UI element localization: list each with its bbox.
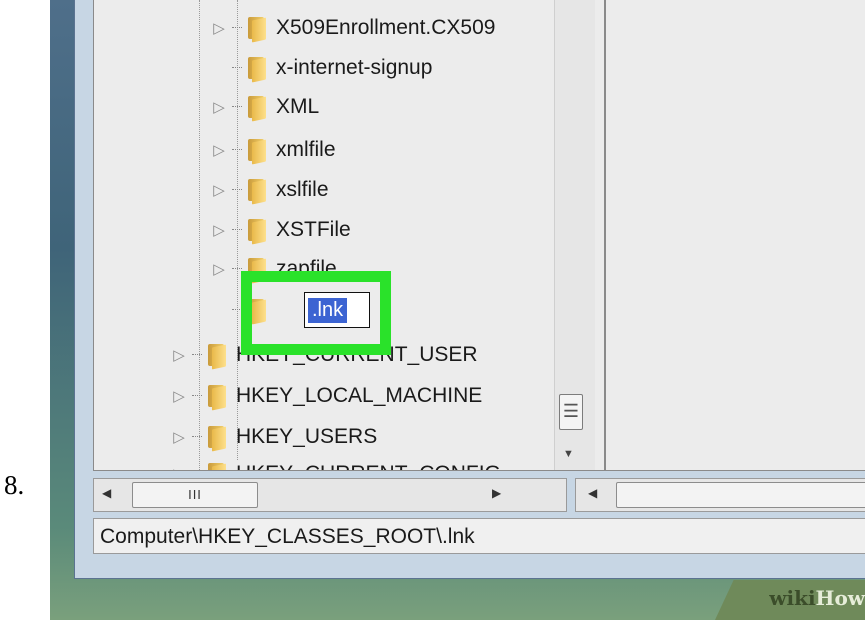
vertical-scrollbar[interactable]: ☰ ▼ bbox=[554, 0, 595, 470]
expand-icon[interactable]: ▷ bbox=[212, 141, 226, 159]
expand-icon[interactable]: ▷ bbox=[212, 98, 226, 116]
step-number: 8. bbox=[4, 470, 25, 500]
tree-item-label: XSTFile bbox=[276, 218, 351, 241]
scroll-thumb[interactable]: III bbox=[132, 482, 258, 508]
tree-item[interactable]: ▷ X509Enrollment.CX509 bbox=[212, 10, 495, 46]
folder-icon bbox=[206, 424, 228, 452]
tree-item-hkcc[interactable]: ▷ HKEY_CURRENT_CONFIG bbox=[172, 456, 501, 470]
desktop-background: ▷ X509Enrollment.CX509 x-internet-signup… bbox=[50, 0, 865, 620]
values-horizontal-scrollbar[interactable]: ◀ bbox=[575, 478, 865, 512]
tree-horizontal-scrollbar[interactable]: ◀ III ▶ bbox=[93, 478, 567, 512]
folder-icon bbox=[246, 137, 268, 165]
folder-icon bbox=[206, 383, 228, 411]
tree-item-label: xslfile bbox=[276, 178, 329, 201]
folder-icon bbox=[206, 342, 228, 370]
tree-item-label: X509Enrollment.CX509 bbox=[276, 16, 496, 39]
tree-item-label: XML bbox=[276, 95, 320, 118]
folder-icon bbox=[246, 55, 268, 83]
tree-item-label: HKEY_USERS bbox=[236, 425, 378, 448]
expand-icon[interactable]: ▷ bbox=[212, 221, 226, 239]
tree-item-label: HKEY_CURRENT_CONFIG bbox=[236, 462, 501, 470]
scroll-thumb[interactable] bbox=[616, 482, 865, 508]
tree-item-hku[interactable]: ▷ HKEY_USERS bbox=[172, 419, 377, 455]
expand-icon[interactable]: ▷ bbox=[172, 346, 186, 364]
tree-item[interactable]: ▷ XSTFile bbox=[212, 212, 351, 248]
folder-icon bbox=[246, 15, 268, 43]
tree-item-label: HKEY_LOCAL_MACHINE bbox=[236, 384, 483, 407]
scrollbar-grip-icon[interactable]: ☰ bbox=[559, 394, 583, 430]
tree-item[interactable]: x-internet-signup bbox=[212, 50, 432, 86]
status-bar-path: Computer\HKEY_CLASSES_ROOT\.lnk bbox=[93, 518, 865, 554]
folder-icon bbox=[246, 177, 268, 205]
scroll-right-icon[interactable]: ▶ bbox=[492, 486, 501, 500]
expand-icon[interactable]: ▷ bbox=[212, 19, 226, 37]
tree-item[interactable]: ▷ xslfile bbox=[212, 172, 329, 208]
folder-icon bbox=[206, 461, 228, 470]
expand-icon[interactable]: ▷ bbox=[172, 428, 186, 446]
expand-icon[interactable]: ▷ bbox=[212, 181, 226, 199]
tree-item-label: x-internet-signup bbox=[276, 56, 433, 79]
expand-icon[interactable]: ▷ bbox=[172, 465, 186, 470]
values-pane[interactable] bbox=[605, 0, 865, 471]
highlight-box bbox=[241, 271, 391, 355]
tree-item-label: xmlfile bbox=[276, 138, 336, 161]
tree-item-hklm[interactable]: ▷ HKEY_LOCAL_MACHINE bbox=[172, 378, 482, 414]
scroll-down-icon[interactable]: ▼ bbox=[563, 448, 574, 460]
tree-item[interactable]: ▷ XML bbox=[212, 89, 319, 125]
folder-icon bbox=[246, 94, 268, 122]
expand-icon[interactable]: ▷ bbox=[212, 260, 226, 278]
scroll-left-icon[interactable]: ◀ bbox=[588, 486, 597, 500]
registry-tree-pane[interactable]: ▷ X509Enrollment.CX509 x-internet-signup… bbox=[93, 0, 605, 471]
registry-editor-window: ▷ X509Enrollment.CX509 x-internet-signup… bbox=[74, 0, 865, 579]
folder-icon bbox=[246, 217, 268, 245]
scroll-left-icon[interactable]: ◀ bbox=[102, 486, 111, 500]
expand-icon[interactable]: ▷ bbox=[172, 387, 186, 405]
watermark-logo: wikiHow bbox=[769, 586, 865, 610]
tree-item[interactable]: ▷ xmlfile bbox=[212, 132, 336, 168]
